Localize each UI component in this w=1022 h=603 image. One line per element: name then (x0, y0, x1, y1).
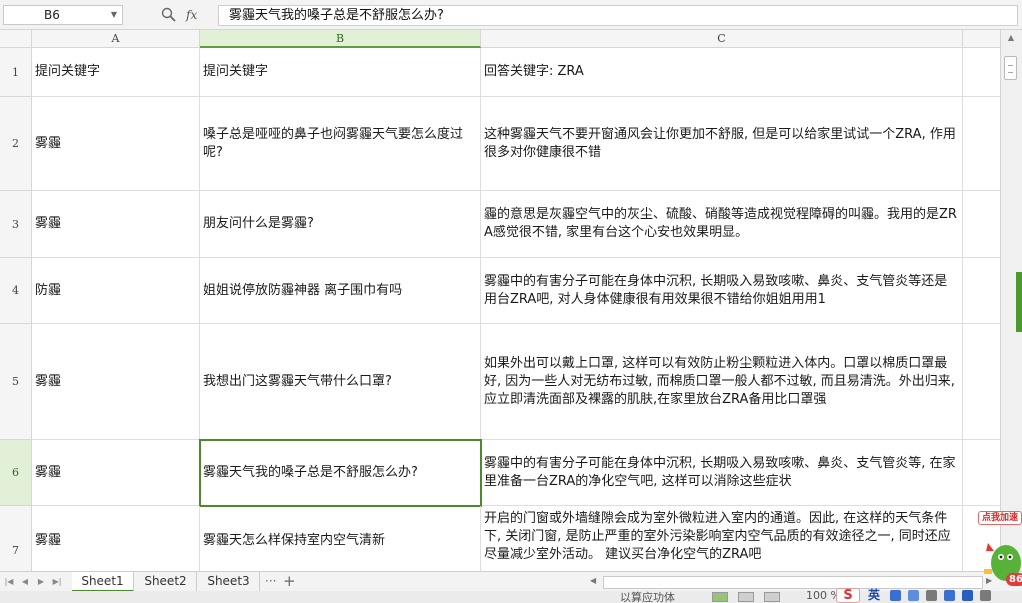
cell-text: 雾霾 (35, 135, 62, 151)
side-panel-handle[interactable] (1016, 272, 1022, 332)
scroll-up-icon[interactable]: ▲ (1004, 32, 1018, 44)
row-header-2[interactable]: 2 (0, 97, 32, 191)
row-header-1[interactable]: 1 (0, 48, 32, 97)
cell-a2[interactable]: 雾霾 (32, 97, 200, 191)
cell-d3[interactable] (963, 191, 1000, 258)
cell-text: 这种雾霾天气不要开窗通风会让你更加不舒服, 但是可以给家里试试一个ZRA, 作用… (484, 126, 956, 160)
prev-sheet-icon[interactable]: ◀ (20, 575, 30, 589)
row-header-3[interactable]: 3 (0, 191, 32, 258)
cell-text: 开启的门窗或外墙缝隙会成为室外微粒进入室内的通道。因此, 在这样的天气条件下, … (484, 511, 951, 562)
page-break-icon[interactable] (764, 592, 780, 602)
next-sheet-icon[interactable]: ▶ (36, 575, 46, 589)
cell-a6[interactable]: 雾霾 (32, 440, 200, 506)
scroll-thumb[interactable] (1004, 56, 1017, 80)
spreadsheet-grid: A B C 1 提问关键字 提问关键字 回答关键字: ZRA 2 雾霾 嗓子总是… (0, 30, 1000, 571)
cell-d4[interactable] (963, 258, 1000, 324)
sheet-tab-2[interactable]: Sheet2 (135, 572, 197, 592)
cell-d6[interactable] (963, 440, 1000, 506)
row-header-4[interactable]: 4 (0, 258, 32, 324)
cell-a3[interactable]: 雾霾 (32, 191, 200, 258)
row-header-7[interactable]: 7 (0, 506, 32, 571)
select-all-corner[interactable] (0, 30, 32, 48)
add-sheet-button[interactable]: + (283, 572, 296, 592)
cell-d5[interactable] (963, 324, 1000, 440)
cell-text: 我想出门这雾霾天气带什么口罩? (203, 373, 392, 389)
tools-icon[interactable] (980, 590, 991, 601)
cell-text: 雾霾中的有害分子可能在身体中沉积, 长期吸入易致咳嗽、鼻炎、支气管炎等, 在家里… (484, 455, 956, 489)
cell-d1[interactable] (963, 48, 1000, 97)
moon-icon[interactable] (890, 590, 901, 601)
cell-text: 雾霾 (35, 216, 62, 231)
formula-input[interactable]: 雾霾天气我的嗓子总是不舒服怎么办? (218, 5, 1018, 26)
fx-icon[interactable]: fx (186, 6, 197, 24)
cell-c2[interactable]: 这种雾霾天气不要开窗通风会让你更加不舒服, 但是可以给家里试试一个ZRA, 作用… (481, 97, 963, 191)
cell-b6[interactable]: 雾霾天气我的嗓子总是不舒服怎么办? (200, 440, 481, 506)
name-box[interactable]: B6 ▼ (3, 5, 123, 25)
cell-c4[interactable]: 雾霾中的有害分子可能在身体中沉积, 长期吸入易致咳嗽、鼻炎、支气管炎等还是用台Z… (481, 258, 963, 324)
chevron-down-icon[interactable]: ▼ (108, 6, 120, 24)
speedup-percent: 86 (1006, 573, 1022, 586)
speedup-label[interactable]: 点我加速 (978, 511, 1022, 525)
cell-text: 提问关键字 (35, 64, 101, 79)
sheet-tab-1[interactable]: Sheet1 (72, 572, 134, 592)
cell-text: 雾霾 (35, 464, 62, 480)
cell-b1[interactable]: 提问关键字 (200, 48, 481, 97)
cell-c3[interactable]: 霾的意思是灰霾空气中的灰尘、硫酸、硝酸等造成视觉程障碍的叫霾。我用的是ZRA感觉… (481, 191, 963, 258)
last-sheet-icon[interactable]: ▶| (52, 575, 62, 589)
cell-text: 雾霾 (35, 373, 62, 389)
row-header-6[interactable]: 6 (0, 440, 32, 506)
zoom-icon[interactable] (160, 6, 178, 24)
cell-b7[interactable]: 雾霾天怎么样保持室内空气清新 (200, 506, 481, 571)
cell-text: 嗓子总是哑哑的鼻子也闷雾霾天气要怎么度过呢? (203, 126, 464, 160)
cell-c7[interactable]: 开启的门窗或外墙缝隙会成为室外微粒进入室内的通道。因此, 在这样的天气条件下, … (481, 506, 963, 571)
status-text: 以算应功体 (620, 591, 675, 603)
cell-text: 朋友问什么是雾霾? (203, 216, 314, 231)
ime-mode[interactable]: 英 (868, 588, 880, 602)
scroll-left-icon[interactable]: ◀ (590, 576, 596, 585)
cell-c1[interactable]: 回答关键字: ZRA (481, 48, 963, 97)
name-box-value: B6 (44, 8, 60, 22)
column-header-b[interactable]: B (200, 30, 481, 48)
page-layout-icon[interactable] (738, 592, 754, 602)
row-header-5[interactable]: 5 (0, 324, 32, 440)
cell-b3[interactable]: 朋友问什么是雾霾? (200, 191, 481, 258)
cell-text: 雾霾天气我的嗓子总是不舒服怎么办? (203, 464, 418, 480)
formula-bar: B6 ▼ fx 雾霾天气我的嗓子总是不舒服怎么办? (0, 0, 1022, 30)
normal-view-icon[interactable] (712, 592, 728, 602)
sheet-tab-3[interactable]: Sheet3 (198, 572, 260, 592)
cell-a7[interactable]: 雾霾 (32, 506, 200, 571)
cell-text: 雾霾中的有害分子可能在身体中沉积, 长期吸入易致咳嗽、鼻炎、支气管炎等还是用台Z… (484, 273, 948, 307)
cell-text: 雾霾 (35, 532, 62, 548)
cell-a4[interactable]: 防霾 (32, 258, 200, 324)
column-header-d[interactable] (963, 30, 1000, 48)
speedup-widget[interactable]: 点我加速 86 (976, 507, 1022, 591)
column-header-c[interactable]: C (481, 30, 963, 48)
system-tray: S 英 (836, 588, 1022, 603)
cell-c6[interactable]: 雾霾中的有害分子可能在身体中沉积, 长期吸入易致咳嗽、鼻炎、支气管炎等, 在家里… (481, 440, 963, 506)
cell-b2[interactable]: 嗓子总是哑哑的鼻子也闷雾霾天气要怎么度过呢? (200, 97, 481, 191)
user-icon[interactable] (962, 590, 973, 601)
cell-b5[interactable]: 我想出门这雾霾天气带什么口罩? (200, 324, 481, 440)
cell-text: 雾霾天怎么样保持室内空气清新 (203, 532, 386, 548)
cell-text: 姐姐说停放防霾神器 离子围巾有吗 (203, 282, 403, 298)
cell-text: 回答关键字: ZRA (484, 64, 584, 79)
cell-c5[interactable]: 如果外出可以戴上口罩, 这样可以有效防止粉尘颗粒进入体内。口罩以棉质口罩最好, … (481, 324, 963, 440)
sogou-icon[interactable]: S (836, 588, 860, 603)
cell-text: 霾的意思是灰霾空气中的灰尘、硫酸、硝酸等造成视觉程障碍的叫霾。我用的是ZRA感觉… (484, 207, 957, 240)
keyboard-icon[interactable] (944, 590, 955, 601)
cell-b4[interactable]: 姐姐说停放防霾神器 离子围巾有吗 (200, 258, 481, 324)
cell-a1[interactable]: 提问关键字 (32, 48, 200, 97)
cell-text: 提问关键字 (203, 64, 269, 79)
cell-a5[interactable]: 雾霾 (32, 324, 200, 440)
mic-icon[interactable] (926, 590, 937, 601)
cell-text: 防霾 (35, 282, 62, 298)
more-sheets-icon[interactable]: ··· (265, 572, 276, 592)
punctuation-icon[interactable] (908, 590, 919, 601)
cell-d2[interactable] (963, 97, 1000, 191)
first-sheet-icon[interactable]: |◀ (4, 575, 14, 589)
cell-text: 如果外出可以戴上口罩, 这样可以有效防止粉尘颗粒进入体内。口罩以棉质口罩最好, … (484, 355, 955, 407)
column-header-a[interactable]: A (32, 30, 200, 48)
